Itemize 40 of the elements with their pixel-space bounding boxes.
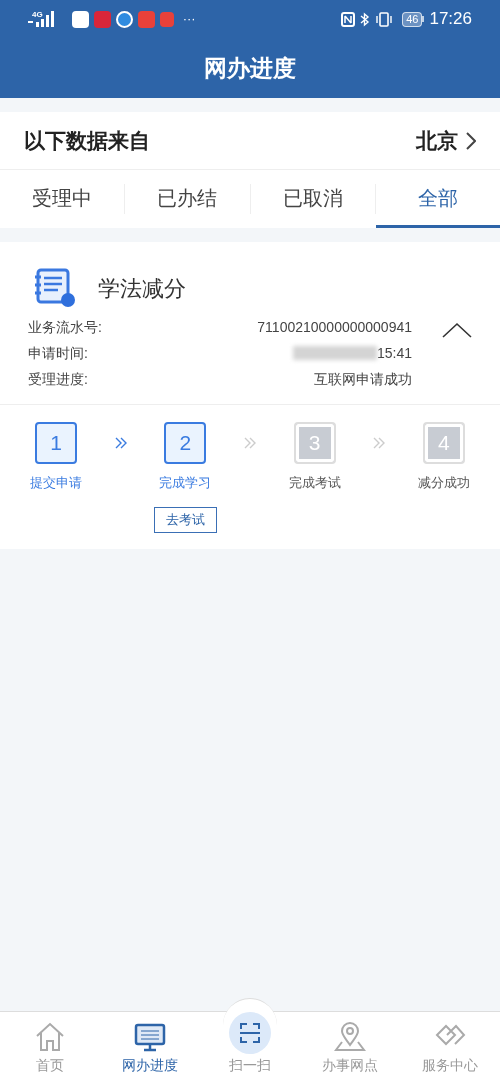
field-label: 受理进度: <box>28 369 88 389</box>
network-label: 4G <box>32 9 43 21</box>
record-title: 学法减分 <box>98 274 186 303</box>
map-pin-icon <box>333 1020 367 1054</box>
step-label: 减分成功 <box>417 474 470 492</box>
app-icon <box>93 10 111 28</box>
step-number: 1 <box>35 422 77 464</box>
nav-tab[interactable]: 网办进度 <box>100 1012 200 1083</box>
nfc-icon <box>341 11 356 27</box>
tab[interactable]: 已办结 <box>125 170 250 228</box>
step-label: 完成考试 <box>288 474 341 492</box>
app-icon <box>71 10 89 28</box>
chevron-right-icon <box>466 131 476 150</box>
bluetooth-icon <box>360 11 371 27</box>
signal-icon <box>28 11 54 27</box>
app-icon <box>159 11 174 27</box>
step-label: 完成学习 <box>159 474 212 492</box>
field-value: 71100210000000000941 <box>257 317 412 337</box>
take-exam-button[interactable]: 去考试 <box>153 506 217 533</box>
step-label: 提交申请 <box>30 474 82 492</box>
vibrate-icon <box>375 11 394 27</box>
tab[interactable]: 全部 <box>375 170 500 228</box>
page-title: 网办进度 <box>204 53 296 83</box>
field-value: 15:41 <box>376 343 412 363</box>
data-source-label: 以下数据来自 <box>24 127 150 154</box>
app-icon <box>115 10 133 28</box>
app-icon <box>137 10 155 28</box>
more-notifications: ··· <box>182 10 196 29</box>
notebook-icon <box>34 268 76 308</box>
tab[interactable]: 受理中 <box>0 170 125 228</box>
field-label: 申请时间: <box>28 343 88 363</box>
city-name: 北京 <box>416 127 458 154</box>
step-number: 2 <box>164 422 207 464</box>
field-value: 互联网申请成功 <box>314 369 412 389</box>
tab[interactable]: 已取消 <box>250 170 375 228</box>
battery-icon: 46 <box>402 11 425 27</box>
collapse-caret-icon[interactable] <box>442 322 472 338</box>
data-source-bar[interactable]: 以下数据来自 北京 <box>0 112 500 170</box>
clock-time: 17:26 <box>429 8 472 31</box>
field-label: 业务流水号: <box>28 317 102 337</box>
